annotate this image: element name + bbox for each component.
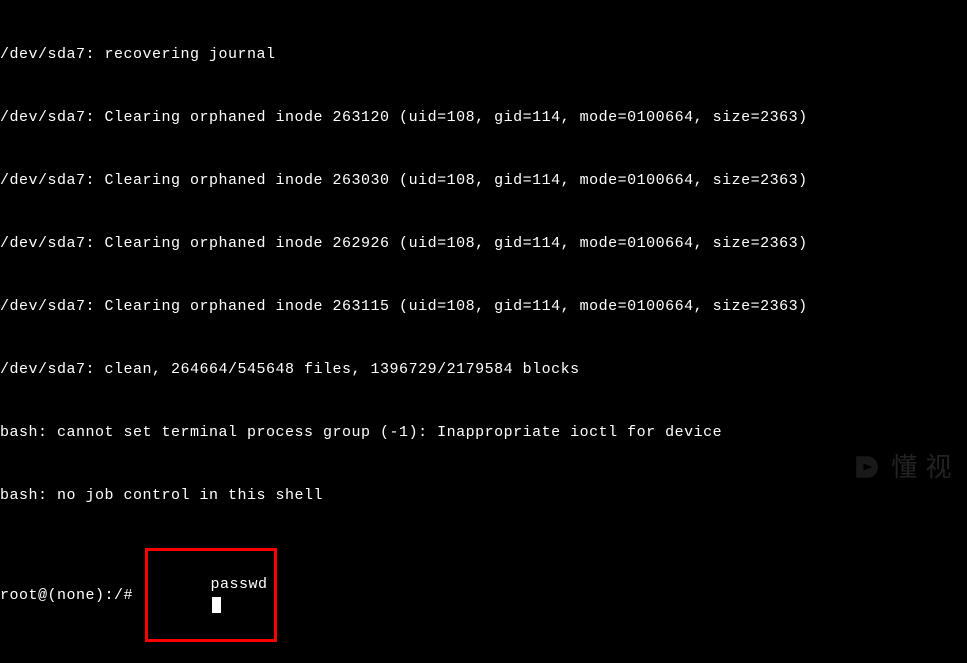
terminal-output: /dev/sda7: recovering journal /dev/sda7:… bbox=[0, 2, 967, 663]
terminal-line: /dev/sda7: Clearing orphaned inode 26312… bbox=[0, 107, 967, 128]
terminal-line: /dev/sda7: clean, 264664/545648 files, 1… bbox=[0, 359, 967, 380]
watermark: 懂 视 bbox=[849, 449, 952, 485]
terminal-line: /dev/sda7: Clearing orphaned inode 26311… bbox=[0, 296, 967, 317]
highlighted-command: passwd bbox=[145, 548, 277, 642]
command-text: passwd bbox=[211, 576, 268, 593]
terminal-line: bash: cannot set terminal process group … bbox=[0, 422, 967, 443]
terminal-line: /dev/sda7: recovering journal bbox=[0, 44, 967, 65]
terminal-line: bash: no job control in this shell bbox=[0, 485, 967, 506]
watermark-logo-icon bbox=[849, 449, 885, 485]
command-prompt-line[interactable]: root@(none):/# passwd bbox=[0, 548, 967, 642]
terminal-line: /dev/sda7: Clearing orphaned inode 26303… bbox=[0, 170, 967, 191]
shell-prompt: root@(none):/# bbox=[0, 585, 143, 606]
terminal-line: /dev/sda7: Clearing orphaned inode 26292… bbox=[0, 233, 967, 254]
terminal-cursor bbox=[212, 597, 221, 613]
watermark-text: 懂 视 bbox=[891, 449, 952, 485]
